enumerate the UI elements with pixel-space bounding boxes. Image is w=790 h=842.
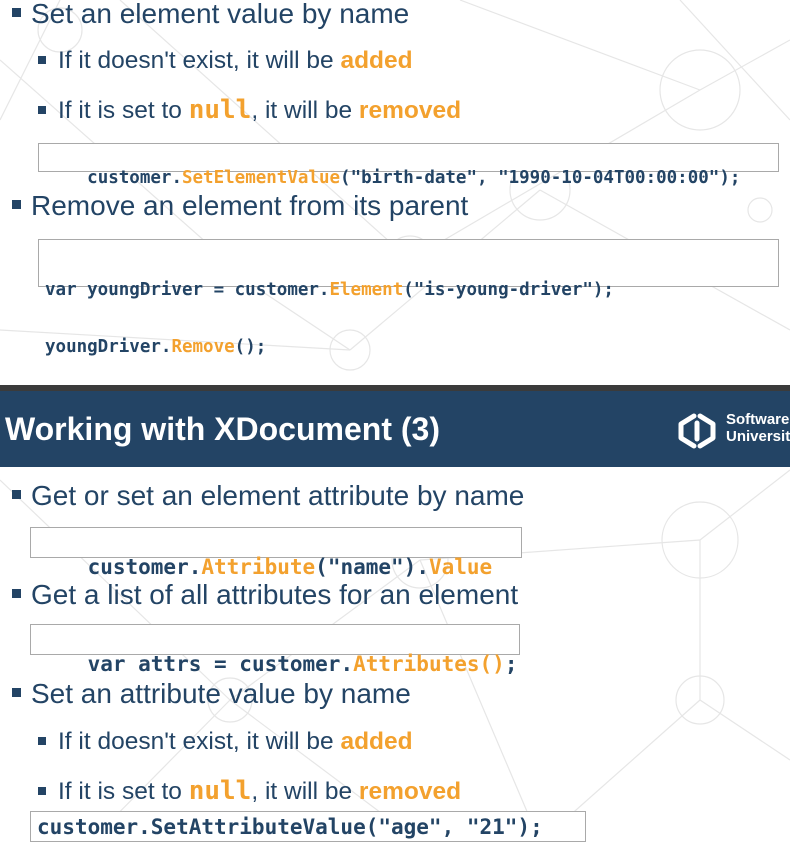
bullet-remove-element: Remove an element from its parent: [12, 192, 468, 220]
bullet-square-icon: [38, 736, 46, 745]
sub-bullet-removed: If it is set to null, it will be removed: [38, 97, 461, 124]
bullet-square-icon: [12, 200, 21, 210]
bullet-square-icon: [12, 589, 21, 599]
softuni-logo-icon: [678, 413, 716, 449]
code-set-attribute-value: customer.SetAttributeValue("age", "21");: [30, 811, 586, 842]
code-attributes-list: var attrs = customer.Attributes();: [30, 624, 520, 676]
slide-header: Working with XDocument (3) Software Univ…: [0, 385, 790, 467]
bullet-square-icon: [38, 105, 46, 114]
bullet-list-attributes: Get a list of all attributes for an elem…: [12, 581, 518, 609]
bullet-square-icon: [12, 8, 21, 18]
bullet-set-element-value: Set an element value by name: [12, 0, 409, 28]
bullet-set-attribute-value: Set an attribute value by name: [12, 680, 411, 708]
software-university-logo: Software University: [676, 409, 790, 453]
sub-bullet-added: If it doesn't exist, it will be added: [38, 729, 413, 755]
code-set-element-value: customer.SetElementValue("birth-date", "…: [38, 143, 779, 188]
code-remove-element: var youngDriver = customer.Element("is-y…: [38, 239, 779, 357]
code-attribute-value: customer.Attribute("name").Value: [30, 527, 522, 579]
slide-content: Set an element value by name If it doesn…: [0, 0, 790, 842]
bullet-square-icon: [12, 688, 21, 698]
bullet-get-set-attribute: Get or set an element attribute by name: [12, 482, 524, 510]
slide-title: Working with XDocument (3): [5, 411, 440, 447]
bullet-square-icon: [38, 55, 46, 64]
sub-bullet-removed: If it is set to null, it will be removed: [38, 778, 461, 805]
bullet-square-icon: [12, 490, 21, 500]
sub-bullet-added: If it doesn't exist, it will be added: [38, 48, 413, 74]
bullet-square-icon: [38, 786, 46, 795]
